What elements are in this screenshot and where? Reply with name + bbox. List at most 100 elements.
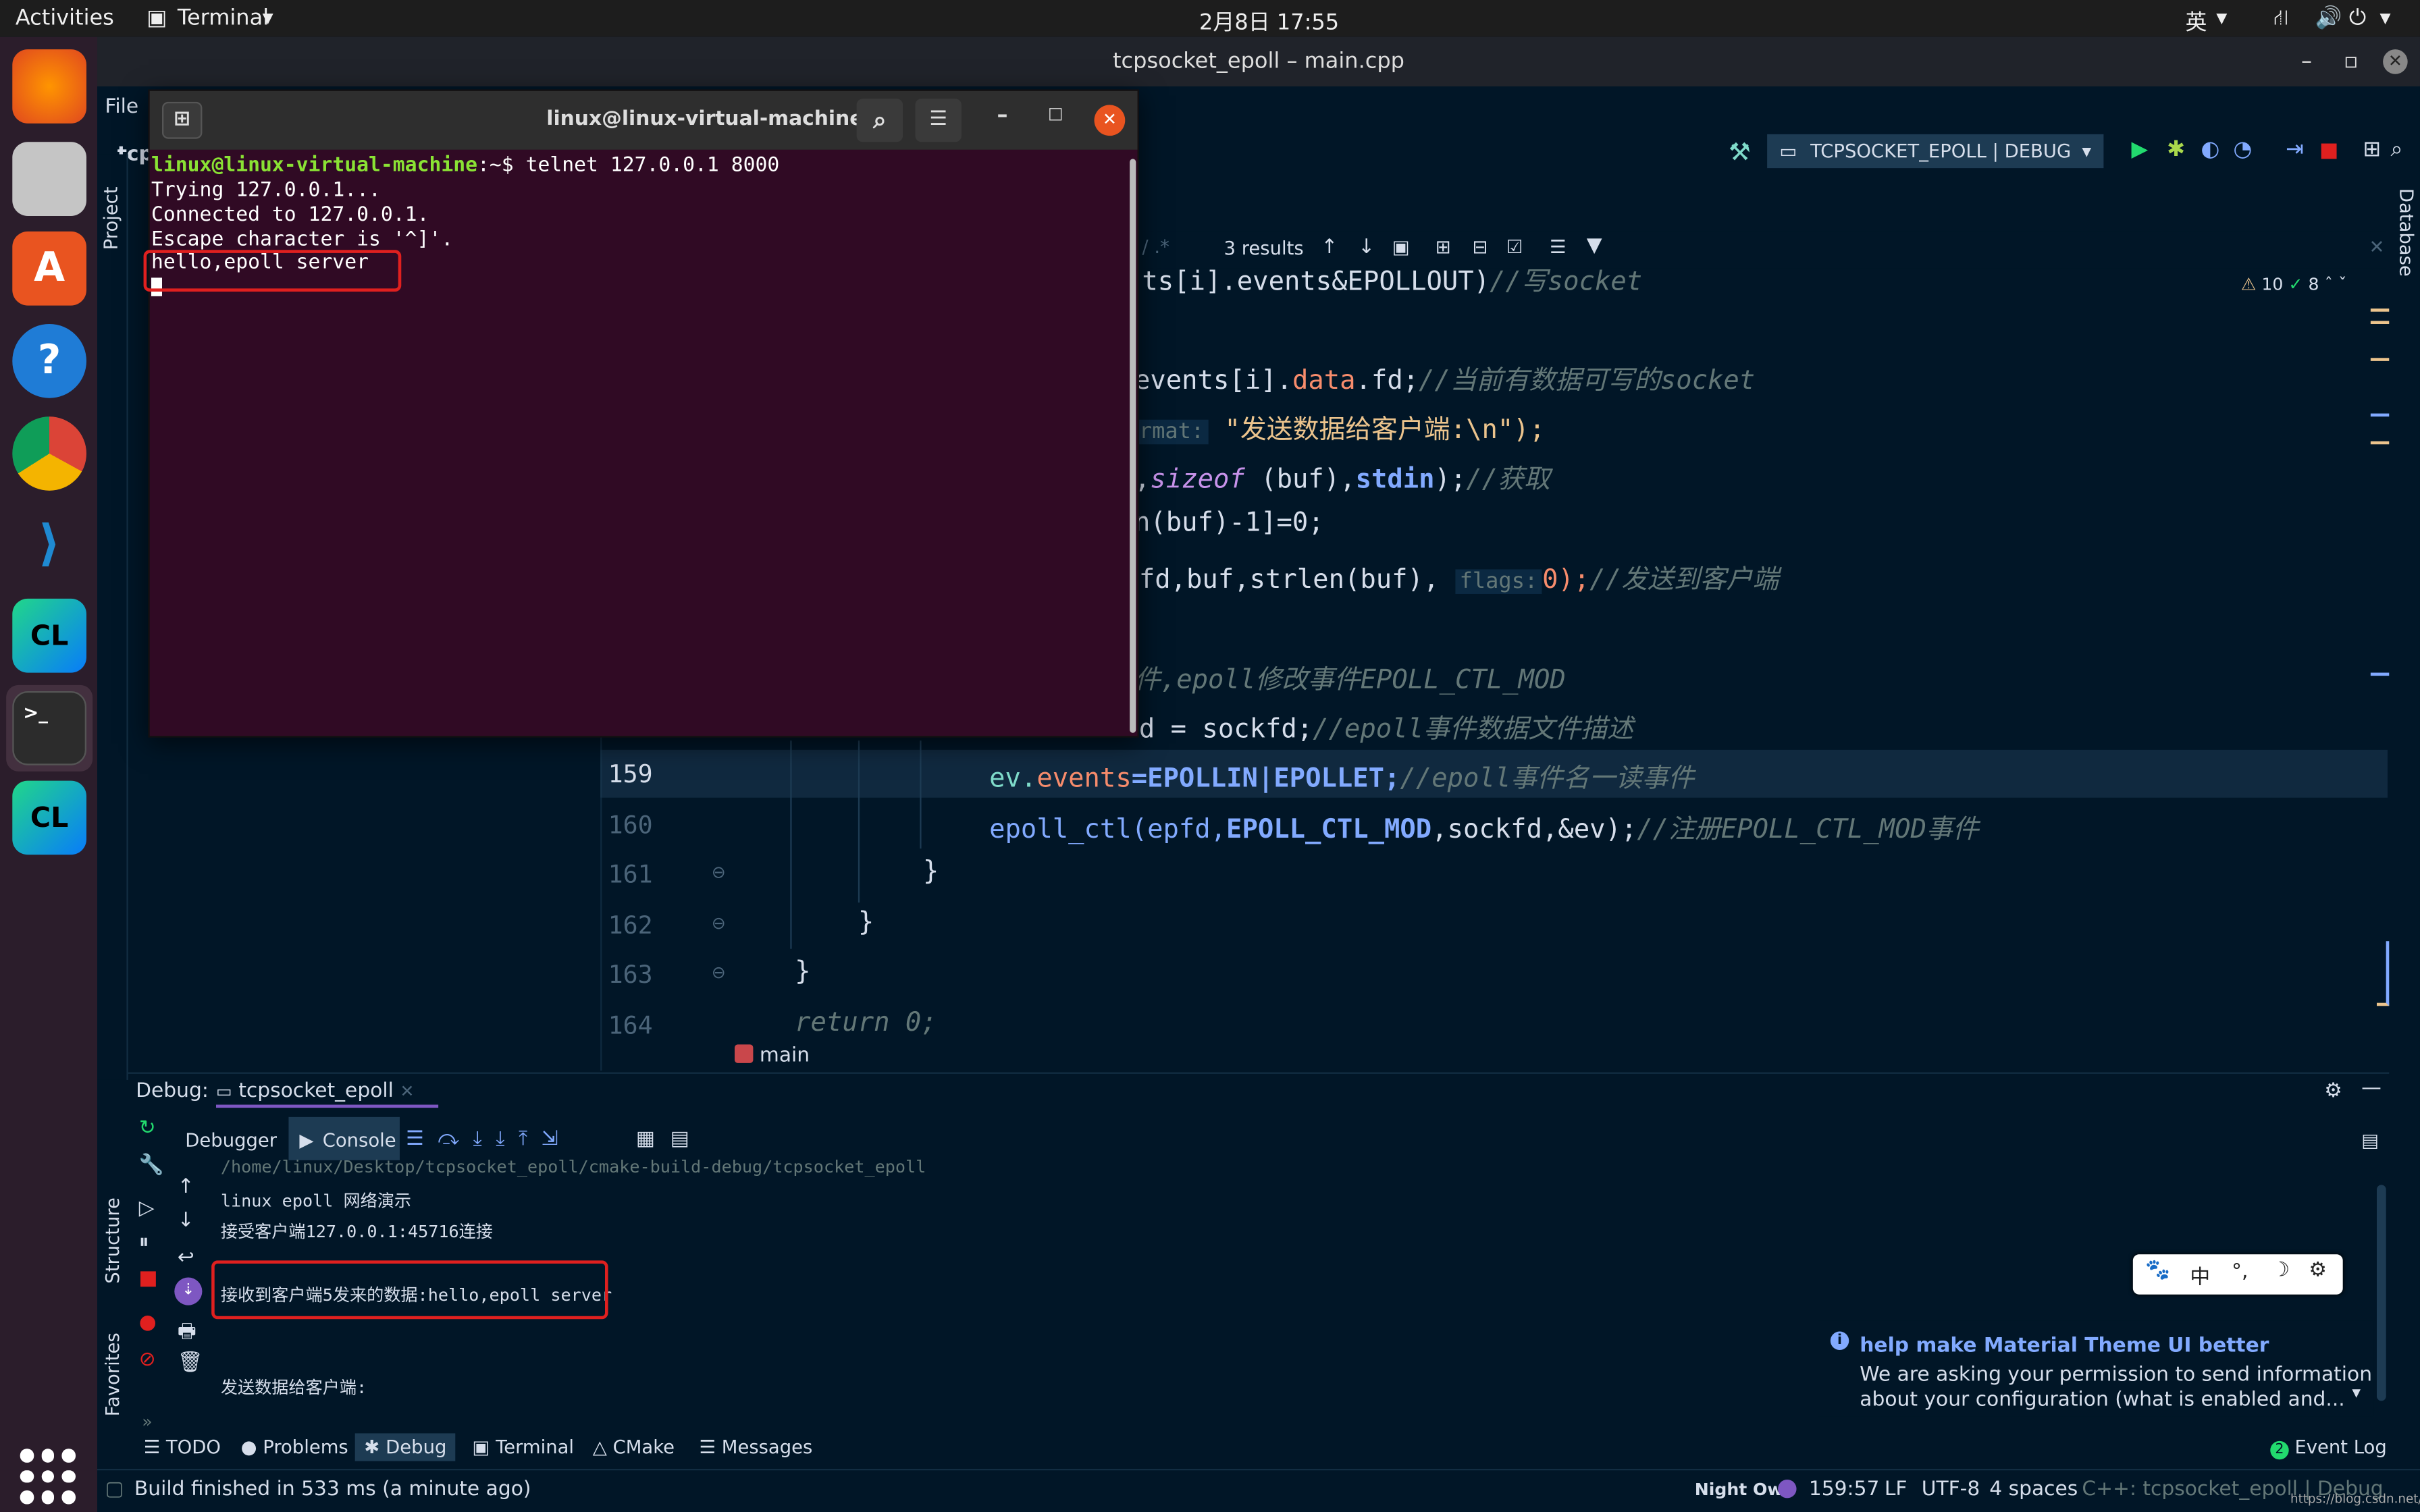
power-icon[interactable]: ⏻ [2349, 6, 2366, 31]
tab-debug[interactable]: ✱ Debug [354, 1433, 456, 1461]
mute-breakpoints-icon[interactable]: ⊘ [139, 1349, 156, 1372]
code-line[interactable]: events[i].data.fd;//当前有数据可写的socket [1134, 358, 1755, 397]
code-line[interactable]: ev.events=EPOLLIN|EPOLLET;//epoll事件名一读事件 [989, 756, 1694, 794]
code-line[interactable]: 件,epoll修改事件EPOLL_CTL_MOD [1134, 657, 1566, 696]
app-grid-icon[interactable] [20, 1449, 76, 1505]
select-all-icon[interactable]: ▣ [1392, 236, 1410, 258]
soft-wrap-icon[interactable]: ↩ [178, 1247, 194, 1270]
minimize-icon[interactable]: — [2361, 1077, 2382, 1100]
ime-mode-zh[interactable]: 中 [2190, 1260, 2210, 1290]
code-line[interactable]: ts[i].events&EPOLLOUT)//写socket [1142, 259, 1642, 298]
resume-icon[interactable]: ▷ [139, 1197, 155, 1220]
close-icon[interactable]: ✕ [2383, 49, 2408, 74]
more-tools-icon[interactable]: » [142, 1411, 152, 1432]
wrench-icon[interactable]: 🔧 [139, 1154, 164, 1177]
code-line[interactable]: epoll_ctl(epfd,EPOLL_CTL_MOD,sockfd,&ev)… [989, 807, 1979, 846]
ime-logo-icon[interactable]: 🐾 [2145, 1259, 2170, 1282]
stop-icon[interactable] [140, 1271, 156, 1287]
line-separator[interactable]: LF [1885, 1478, 1908, 1501]
clock[interactable]: 2月8日 17:55 [1199, 6, 1339, 37]
inspection-widget[interactable]: ⚠ 10 ✓ 8 ˆ ˇ [2241, 275, 2380, 302]
file-encoding[interactable]: UTF-8 [1922, 1478, 1980, 1501]
minimize-icon[interactable]: – [2301, 37, 2312, 86]
scroll-to-end-icon[interactable]: ⇣ [174, 1277, 203, 1305]
debug-session-tab[interactable]: ▭ tcpsocket_epoll ✕ [215, 1074, 439, 1108]
indent-setting[interactable]: 4 spaces [1989, 1478, 2078, 1501]
chrome-icon[interactable] [12, 416, 86, 491]
database-tool-tab[interactable]: Database [2395, 188, 2417, 277]
next-match-icon[interactable]: ↓ [1358, 236, 1375, 259]
close-icon[interactable]: ✕ [1094, 105, 1126, 136]
tab-debugger[interactable]: Debugger [185, 1129, 277, 1151]
software-icon[interactable]: A [12, 231, 86, 306]
chevron-down-icon[interactable]: ▾ [263, 6, 273, 31]
run-config-select[interactable]: TCPSOCKET_EPOLL | DEBUG ▭ ▾ [1767, 134, 2104, 169]
terminal-dock-icon[interactable]: >_ [12, 691, 86, 765]
code-line[interactable]: rmat: "发送数据给客户端:\n"); [1134, 407, 1545, 446]
trash-icon[interactable]: 🗑 [178, 1351, 203, 1374]
menu-file[interactable]: File [105, 96, 138, 119]
notification-popup[interactable]: i help make Material Theme UI better We … [1818, 1320, 2374, 1417]
run-icon[interactable]: ▶ [2132, 137, 2149, 162]
down-icon[interactable]: ↓ [178, 1210, 194, 1233]
build-icon[interactable]: ⚒ [1729, 137, 1751, 166]
terminal-window[interactable]: ⊞ linux@linux-virtual-machine: ~ ⌕ ☰ – ☐… [143, 89, 1139, 738]
profile-icon[interactable]: ◔ [2233, 137, 2252, 162]
code-line[interactable]: } [795, 956, 810, 988]
breadcrumb[interactable]: main [734, 1044, 810, 1068]
fold-icon[interactable]: ⊖ [712, 913, 726, 934]
stepping-toolbar[interactable]: ☰⤼⤓⤓⤒⇲ [406, 1128, 572, 1151]
minimize-icon[interactable]: – [997, 103, 1008, 128]
chevron-down-icon[interactable]: ▾ [2216, 6, 2227, 31]
notification-title[interactable]: help make Material Theme UI better [1860, 1334, 2269, 1357]
regex-icon[interactable]: / .* [1142, 236, 1169, 258]
firefox-icon[interactable] [12, 49, 86, 124]
favorites-tool-tab[interactable]: Favorites [102, 1332, 124, 1416]
code-line[interactable]: return 0; [795, 1008, 937, 1039]
code-line[interactable]: ,sizeof (buf),stdin);//获取 [1134, 457, 1550, 495]
files-icon[interactable] [12, 142, 86, 216]
coverage-icon[interactable]: ◐ [2201, 137, 2219, 162]
volume-icon[interactable]: 🔊 [2315, 6, 2342, 31]
help-icon[interactable]: ? [12, 323, 86, 398]
stop-icon[interactable] [2321, 143, 2337, 159]
app-menu[interactable]: Terminal [178, 6, 269, 31]
terminal-app-icon[interactable]: ▣ [147, 6, 167, 31]
moon-icon[interactable]: ☽ [2272, 1259, 2290, 1282]
fold-icon[interactable]: ⊖ [712, 863, 726, 883]
tab-console[interactable]: ▶ Console [288, 1116, 400, 1160]
tab-terminal[interactable]: ▣ Terminal [472, 1436, 574, 1458]
up-icon[interactable]: ↑ [178, 1176, 194, 1199]
code-line[interactable]: n(buf)-1]=0; [1134, 508, 1324, 539]
search-icon[interactable]: ⌕ [856, 99, 903, 142]
terminal-scrollbar[interactable] [1130, 159, 1136, 733]
frames-toolbar[interactable]: ▦▤ [636, 1128, 705, 1151]
filter-options-icon[interactable]: ☰ [1550, 236, 1567, 258]
gear-icon[interactable]: ⚙ [2324, 1080, 2342, 1103]
chevron-down-icon[interactable]: ▾ [2352, 1382, 2361, 1403]
layout-icon[interactable]: ⊞ [2363, 137, 2381, 162]
console-scrollbar[interactable] [2376, 1185, 2386, 1401]
hamburger-menu-icon[interactable]: ☰ [915, 99, 962, 142]
error-stripe-mark[interactable] [2370, 413, 2390, 417]
network-icon[interactable]: ⛙ [2273, 6, 2289, 34]
chevron-down-icon[interactable]: ˇ [2338, 275, 2347, 295]
theme-icon[interactable] [1778, 1479, 1797, 1498]
layout-settings-icon[interactable]: ▤ [2361, 1129, 2379, 1151]
clion-icon[interactable]: CL [12, 780, 86, 855]
layout-icon[interactable]: ▢ [105, 1478, 124, 1501]
scroll-thumb[interactable] [2376, 941, 2390, 1006]
add-occurrence-icon[interactable]: ⊞ [1436, 236, 1451, 258]
code-line[interactable]: } [923, 857, 939, 888]
error-stripe-mark[interactable] [2370, 672, 2390, 676]
tab-cmake[interactable]: △ CMake [593, 1436, 675, 1458]
caret-position[interactable]: 159:57 [1809, 1478, 1880, 1501]
prev-match-icon[interactable]: ↑ [1321, 236, 1338, 259]
chevron-up-icon[interactable]: ˆ [2324, 275, 2333, 295]
maximize-icon[interactable]: ▫ [2344, 37, 2359, 86]
chevron-down-icon[interactable]: ▾ [2380, 6, 2391, 31]
theme-name[interactable]: Night Owl [1695, 1480, 1789, 1500]
filter-icon[interactable]: ▼ [1587, 234, 1602, 257]
ime-punct[interactable]: °, [2232, 1260, 2248, 1283]
attach-icon[interactable]: ⇥ [2286, 137, 2304, 162]
